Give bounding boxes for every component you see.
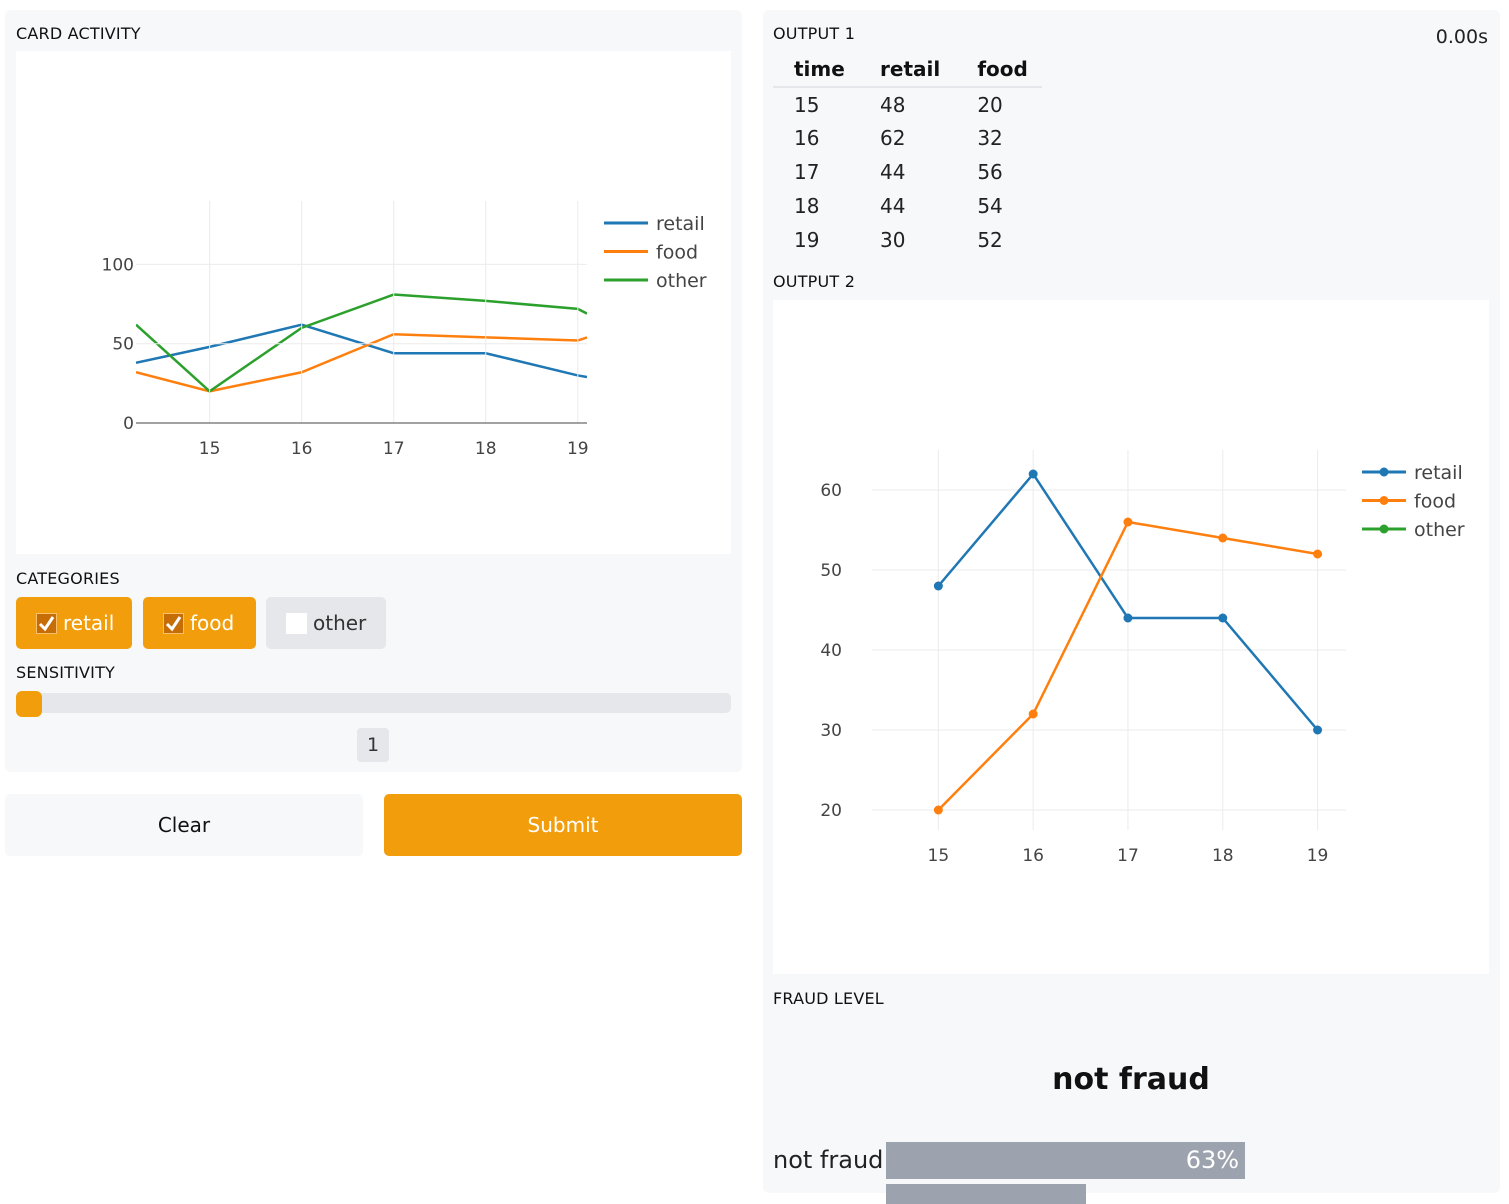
y-tick-label: 50 [112,335,134,355]
data-point-retail [1313,725,1323,735]
table-cell: 20 [977,92,1003,117]
x-tick-label: 15 [199,439,221,459]
output2-label: OUTPUT 2 [773,272,856,291]
output1-table: time retail food 15 48 20 16 62 32 17 44 56 18… [773,51,1042,257]
y-tick-label: 40 [820,641,842,661]
table-row: 17 44 56 [773,155,1042,189]
y-tick-label: 20 [820,801,842,821]
x-tick-label: 16 [291,439,313,459]
plot-area [136,293,587,393]
data-point-retail [1123,613,1133,623]
y-tick-label: 50 [820,561,842,581]
table-cell: 48 [880,92,906,117]
fraud-bar-label: not fraud [773,1146,884,1174]
y-tick-label: 0 [123,414,134,434]
table-cell: 56 [977,160,1003,184]
clear-button[interactable]: Clear [5,794,363,856]
y-tick-label: 100 [102,255,134,275]
table-cell: 62 [880,126,906,150]
legend-label-retail: retail [656,213,705,235]
check-icon [36,612,57,634]
data-point-retail [1028,469,1038,479]
table-cell: 19 [794,228,820,252]
y-tick-label: 60 [820,481,842,501]
y-tick-label: 30 [820,721,842,741]
sensitivity-label: SENSITIVITY [16,663,116,682]
x-tick-label: 18 [1212,846,1234,866]
column-header: retail [880,56,941,81]
submit-button[interactable]: Submit [384,794,742,856]
table-cell: 54 [977,194,1003,218]
x-tick-label: 19 [567,439,589,459]
fraud-bar-percent: 63% [1185,1146,1240,1174]
fraud-bar-fraud [886,1184,1086,1204]
data-point-food [1218,533,1228,543]
table-cell: 44 [880,194,906,218]
categories-label: CATEGORIES [16,569,120,588]
check-icon [163,612,184,634]
fraud-result: not fraud [1052,1062,1210,1097]
data-point-retail [1218,613,1228,623]
table-cell: 44 [880,160,906,184]
table-row: 16 62 32 [773,121,1042,155]
series-line-retail [136,323,587,379]
checkbox-retail[interactable]: retail [16,597,132,649]
output2-plot[interactable]: 15 16 17 18 19 20 30 40 50 60 retail food other [773,300,1489,974]
table-cell: 30 [880,228,906,252]
legend-label-food: food [656,242,698,264]
table-row: 18 44 54 [773,189,1042,223]
table-cell: 32 [977,126,1003,150]
table-header-row: time retail food [773,51,1042,87]
table-cell: 16 [794,126,820,150]
data-point-food [1313,549,1323,559]
legend-label-other: other [1414,519,1465,541]
data-point-food [1028,709,1038,719]
table-row: 15 48 20 [773,87,1042,121]
output2-chart: 15 16 17 18 19 20 30 40 50 60 retail food other [820,450,1465,866]
data-point-food [1123,517,1133,527]
x-tick-label: 18 [475,439,497,459]
x-tick-label: 17 [1117,846,1139,866]
x-tick-label: 19 [1307,846,1329,866]
sensitivity-slider-handle[interactable] [16,691,42,717]
card-activity-chart: 15 16 17 18 19 0 50 100 retail food other [102,201,707,459]
column-header: time [794,56,845,81]
data-point-food [933,805,943,815]
card-activity-plot[interactable]: 15 16 17 18 19 0 50 100 retail food other [16,51,731,554]
table-cell: 52 [977,228,1003,252]
output1-label: OUTPUT 1 [773,24,856,43]
card-activity-label: CARD ACTIVITY [16,24,141,43]
legend-marker-food [1379,496,1389,505]
legend-label-retail: retail [1414,462,1463,484]
data-point-retail [933,581,943,591]
checkbox-food[interactable]: food [143,597,256,649]
checkbox-food-label: food [190,611,235,635]
sensitivity-value[interactable]: 1 [357,728,389,762]
timer: 0.00s [1435,26,1488,48]
unchecked-box-icon [286,612,307,634]
legend-marker-other [1379,524,1389,534]
table-row: 19 30 52 [773,223,1042,257]
x-tick-label: 15 [928,846,950,866]
table-cell: 18 [794,194,820,218]
fraud-bar-not-fraud: 63% [886,1142,1246,1179]
checkbox-other-label: other [313,611,367,635]
table-cell: 15 [794,92,820,117]
fraud-level-label: FRAUD LEVEL [773,989,884,1008]
x-tick-label: 16 [1022,846,1044,866]
checkbox-retail-label: retail [63,611,115,635]
legend-label-food: food [1414,491,1456,513]
sensitivity-slider-track[interactable] [16,693,731,713]
x-tick-label: 17 [383,439,405,459]
legend-marker-retail [1379,467,1389,477]
legend-label-other: other [656,270,707,292]
column-header: food [977,56,1028,81]
table-cell: 17 [794,160,820,184]
checkbox-other[interactable]: other [266,597,386,649]
